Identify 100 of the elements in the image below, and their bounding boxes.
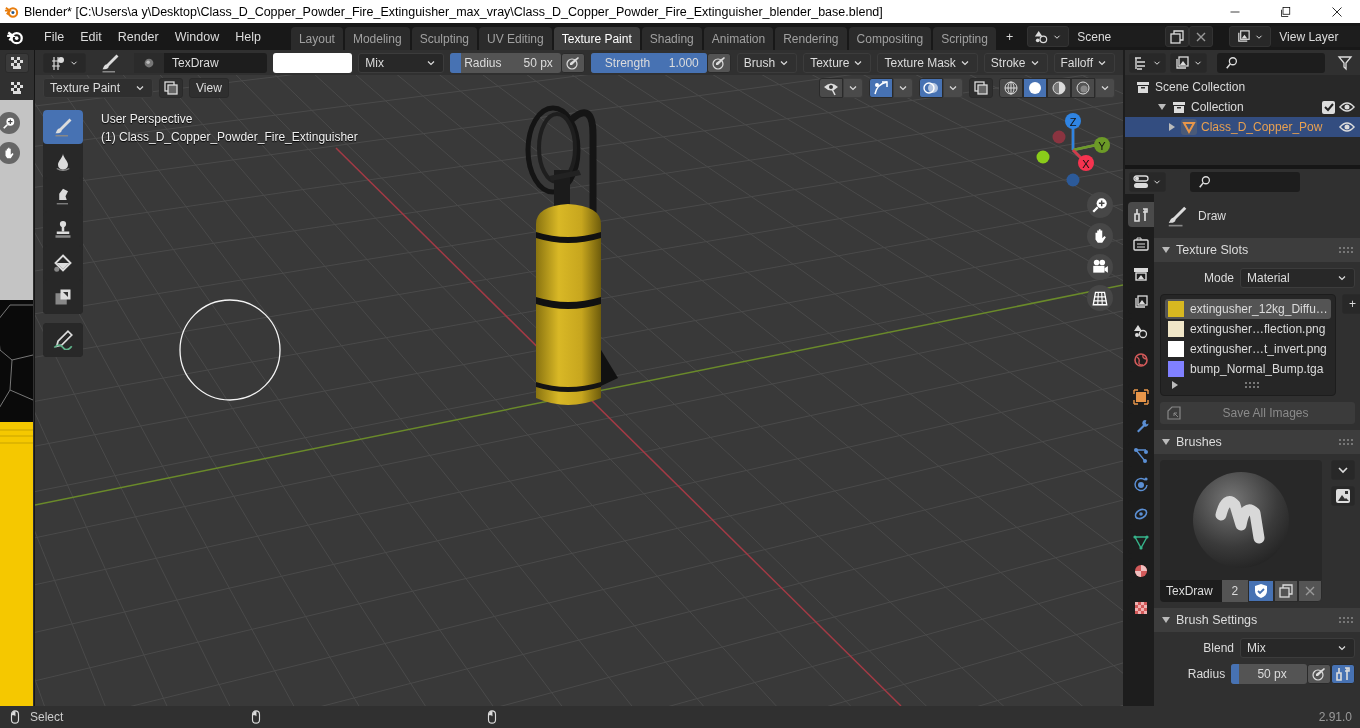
- unified-size-button[interactable]: [1331, 664, 1355, 684]
- texture-slot-item[interactable]: extingusher_12kg_Diffu…: [1165, 299, 1331, 319]
- brush-preview[interactable]: [1160, 460, 1322, 580]
- tool-selector[interactable]: [43, 52, 86, 73]
- blend-dropdown[interactable]: Mix: [358, 52, 445, 73]
- header-menu[interactable]: Brush: [736, 52, 798, 73]
- workspace-tab[interactable]: Compositing: [848, 27, 932, 50]
- camera-view-button[interactable]: [1087, 254, 1113, 280]
- menu-item[interactable]: File: [36, 25, 73, 48]
- texture-slot-item[interactable]: bump_Normal_Bump.tga: [1165, 359, 1331, 379]
- delete-button[interactable]: [1298, 580, 1322, 602]
- tree-item-label[interactable]: Class_D_Copper_Pow: [1201, 120, 1335, 134]
- mode-dropdown[interactable]: Material: [1240, 268, 1355, 288]
- brush-name-field[interactable]: TexDraw: [134, 52, 268, 73]
- pressure-button[interactable]: [560, 52, 585, 73]
- zoom-button[interactable]: [1087, 192, 1113, 218]
- eye-icon[interactable]: [1339, 119, 1355, 135]
- filter-icon[interactable]: [1337, 54, 1353, 71]
- expand-arrow[interactable]: [1157, 103, 1167, 111]
- header-menu[interactable]: Falloff: [1053, 52, 1115, 73]
- drag-handle-icon[interactable]: [1339, 247, 1353, 253]
- workspace-tab[interactable]: Modeling: [344, 27, 410, 50]
- mode-dropdown[interactable]: Texture Paint: [43, 77, 153, 98]
- toggle-button[interactable]: [869, 77, 893, 98]
- pan-button[interactable]: [1087, 223, 1113, 249]
- workspace-tab[interactable]: Scripting: [933, 27, 996, 50]
- shading-button[interactable]: [1071, 77, 1095, 98]
- expand-arrow[interactable]: [1162, 246, 1170, 254]
- annotate-tool[interactable]: [43, 323, 83, 357]
- strength-slider[interactable]: Strength 1.000: [590, 52, 707, 73]
- properties-tab[interactable]: [1128, 202, 1154, 227]
- brush-image-button[interactable]: [1331, 486, 1355, 506]
- draw-tool[interactable]: [43, 110, 83, 144]
- drag-handle-icon[interactable]: [1339, 439, 1353, 445]
- pan-button[interactable]: [0, 142, 20, 164]
- blend-dropdown[interactable]: Mix: [1240, 638, 1355, 658]
- color-swatch[interactable]: [273, 52, 353, 73]
- add-slot-button[interactable]: +: [1341, 294, 1360, 314]
- shading-button[interactable]: [999, 77, 1023, 98]
- outliner-row[interactable]: Class_D_Copper_Pow: [1125, 117, 1360, 137]
- workspace-tab[interactable]: Sculpting: [411, 27, 477, 50]
- toggle-button[interactable]: [969, 77, 993, 98]
- header-menu[interactable]: Texture Mask: [877, 52, 978, 73]
- filter-view-button[interactable]: [1170, 52, 1207, 73]
- options-dropdown[interactable]: [943, 77, 963, 98]
- radius-slider[interactable]: Radius 50 px: [450, 52, 561, 73]
- navigation-gizmo[interactable]: Z Y X: [1036, 113, 1110, 187]
- workspace-tab[interactable]: Texture Paint: [553, 27, 640, 50]
- options-dropdown[interactable]: [843, 77, 863, 98]
- header-menu[interactable]: Stroke: [983, 52, 1048, 73]
- view-menu[interactable]: View: [189, 77, 229, 98]
- workspace-tab[interactable]: Animation: [703, 27, 774, 50]
- menu-item[interactable]: Window: [166, 25, 228, 48]
- fake-user-toggle[interactable]: [1248, 580, 1274, 602]
- texture-slot-item[interactable]: extingusher…t_invert.png: [1165, 339, 1331, 359]
- pressure-button[interactable]: [706, 52, 731, 73]
- view-layer-field[interactable]: View Layer: [1271, 26, 1360, 47]
- panel-header[interactable]: Texture Slots: [1154, 238, 1360, 262]
- options-dropdown[interactable]: [893, 77, 913, 98]
- outliner-row[interactable]: Scene Collection: [1125, 77, 1360, 97]
- scene-field[interactable]: Scene: [1069, 26, 1166, 47]
- expand-arrow[interactable]: [1162, 438, 1170, 446]
- menu-item[interactable]: Edit: [72, 25, 110, 48]
- drag-handle-icon[interactable]: [1339, 617, 1353, 623]
- shading-options-dropdown[interactable]: [1095, 77, 1115, 98]
- texture-slot-item[interactable]: extingusher…flection.png: [1165, 319, 1331, 339]
- workspace-tab[interactable]: Shading: [641, 27, 702, 50]
- copy-button[interactable]: [1165, 26, 1190, 47]
- scene-selector[interactable]: [1027, 26, 1070, 47]
- visibility-checkbox[interactable]: [1322, 100, 1335, 114]
- brush-menu-button[interactable]: [1331, 460, 1355, 480]
- add-workspace-button[interactable]: +: [997, 25, 1022, 48]
- tree-item-label[interactable]: Scene Collection: [1155, 80, 1355, 94]
- expand-arrow[interactable]: [1171, 381, 1179, 389]
- menu-item[interactable]: Help: [227, 25, 269, 48]
- search-field[interactable]: [1190, 171, 1300, 192]
- delete-button[interactable]: [1189, 26, 1214, 47]
- brush-name-field[interactable]: TexDraw: [1160, 580, 1222, 602]
- expand-arrow[interactable]: [1162, 616, 1170, 624]
- toggle-button[interactable]: [919, 77, 943, 98]
- toggle-button[interactable]: [819, 77, 843, 98]
- workspace-tab[interactable]: UV Editing: [479, 27, 552, 50]
- xray-button[interactable]: [159, 77, 183, 98]
- expand-arrow[interactable]: [1167, 123, 1177, 131]
- shading-button[interactable]: [1023, 77, 1047, 98]
- drag-handle-icon[interactable]: [1244, 382, 1259, 388]
- tree-item-label[interactable]: Collection: [1191, 100, 1318, 114]
- editor-type-button[interactable]: [5, 52, 29, 73]
- display-mode-button[interactable]: [1129, 52, 1166, 73]
- outliner-row[interactable]: Collection: [1125, 97, 1360, 117]
- perspective-toggle[interactable]: [1087, 285, 1113, 311]
- search-field[interactable]: [1217, 52, 1325, 73]
- checker-icon[interactable]: [9, 79, 25, 96]
- eye-icon[interactable]: [1339, 99, 1355, 115]
- pressure-button[interactable]: [1307, 664, 1331, 684]
- header-menu[interactable]: Texture: [803, 52, 872, 73]
- shading-button[interactable]: [1047, 77, 1071, 98]
- panel-header[interactable]: Brushes: [1154, 430, 1360, 454]
- copy-button[interactable]: [1274, 580, 1298, 602]
- panel-header[interactable]: Brush Settings: [1154, 608, 1360, 632]
